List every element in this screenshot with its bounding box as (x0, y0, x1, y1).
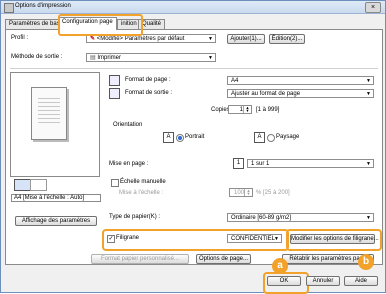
printer-small-icon: ▤ (90, 55, 96, 61)
help-button[interactable]: Aide (344, 276, 378, 286)
ok-button[interactable]: OK (267, 276, 301, 286)
chevron-down-icon: ▼ (366, 78, 371, 84)
orientation-label: Orientation (113, 122, 143, 128)
watermark-select[interactable]: CONFIDENTIEL ▼ (227, 234, 282, 243)
landscape-icon: A (254, 132, 265, 143)
output-format-value: Ajuster au format de page (231, 91, 301, 97)
callout-b: b (358, 254, 374, 270)
paper-type-value: Ordinaire [60-89 g/m2] (231, 215, 292, 221)
output-method-label: Méthode de sortie : (11, 54, 63, 60)
page-preview (31, 87, 67, 140)
callout-a: a (272, 258, 288, 274)
divider (10, 68, 378, 69)
page-format-value: A4 (231, 78, 239, 84)
printer-icon (4, 3, 14, 13)
paper-type-select[interactable]: Ordinaire [60-89 g/m2] ▼ (227, 213, 374, 222)
portrait-icon: A (163, 132, 174, 143)
chevron-down-icon: ▼ (274, 236, 279, 242)
paper-type-label: Type de papier(K) : (109, 214, 161, 220)
layout-select[interactable]: 1 sur 1 ▼ (247, 159, 374, 168)
page-text-lines (38, 98, 60, 124)
show-settings-button[interactable]: Affichage des paramètres (15, 216, 97, 226)
pencil-icon: ✎ (90, 36, 96, 42)
watermark-value: CONFIDENTIEL (231, 236, 276, 242)
layout-icon: 1 (233, 158, 244, 169)
scale-stepper[interactable]: 100 ▲ ▼ (229, 188, 253, 197)
landscape-radio[interactable] (267, 134, 275, 142)
spin-arrows-icon[interactable]: ▲ ▼ (243, 106, 251, 113)
layout-value: 1 sur 1 (251, 161, 270, 167)
page-options-button[interactable]: Options de page... (196, 254, 251, 264)
scale-value: 100 (233, 190, 244, 196)
output-method-value: Imprimer (97, 55, 122, 61)
window-title: Options d'impression (15, 3, 71, 9)
output-format-label: Format de sortie : (125, 90, 173, 96)
profile-value: <Modifié> Paramètres par défaut (96, 36, 185, 42)
page-format-icon (109, 75, 120, 86)
watermark-label: Filigrane (116, 235, 140, 241)
manual-scale-checkbox[interactable] (111, 179, 119, 187)
page-format-select[interactable]: A4 ▼ (227, 76, 374, 85)
tab-basic-settings[interactable]: Paramètres de bas (5, 19, 64, 29)
copies-stepper[interactable]: 1 ▲ ▼ (228, 105, 252, 114)
edit-profile-button[interactable]: Édition(2)... (269, 34, 305, 44)
watermark-options-button[interactable]: Modifier les options de filigrane... (290, 234, 379, 244)
copies-range: [1 à 999] (256, 107, 280, 113)
chevron-down-icon: ▼ (366, 215, 371, 221)
scale-range: % [25 à 200] (256, 190, 290, 196)
layout-label: Mise en page : (109, 161, 149, 167)
preview-landscape-icon[interactable] (30, 179, 47, 191)
tab-highlight (58, 14, 143, 36)
preview-toggle-icon[interactable] (14, 179, 31, 191)
portrait-label: Portrait (185, 134, 205, 140)
output-format-icon (109, 88, 120, 99)
print-options-window: Options d'impression × Paramètres de bas… (0, 0, 386, 294)
add-profile-button[interactable]: Ajouter(1)... (227, 34, 265, 44)
manual-scale-label: Échelle manuelle (120, 179, 166, 185)
custom-paper-button[interactable]: Format papier personnalisé... (91, 254, 189, 264)
chevron-down-icon: ▼ (366, 91, 371, 97)
output-format-select[interactable]: Ajuster au format de page ▼ (227, 89, 374, 98)
output-method-select[interactable]: ▤ Imprimer ▼ (86, 53, 216, 62)
chevron-down-icon: ▼ (208, 36, 213, 42)
close-button[interactable]: × (365, 2, 381, 13)
chevron-down-icon: ▼ (366, 161, 371, 167)
scale-label: Mise à l'échelle : (119, 190, 164, 196)
page-format-label: Format de page : (125, 77, 171, 83)
spin-arrows-icon[interactable]: ▲ ▼ (244, 189, 252, 196)
preview-caption: A4 [Mise à l'échelle : Auto] (11, 194, 101, 202)
portrait-radio[interactable] (176, 134, 184, 142)
cancel-button[interactable]: Annuler (306, 276, 340, 286)
chevron-down-icon: ▼ (208, 55, 213, 61)
title-bar: Options d'impression × (1, 1, 385, 14)
profile-label: Profil : (11, 35, 29, 41)
landscape-label: Paysage (276, 134, 300, 140)
watermark-checkbox[interactable]: ✓ (107, 235, 115, 243)
